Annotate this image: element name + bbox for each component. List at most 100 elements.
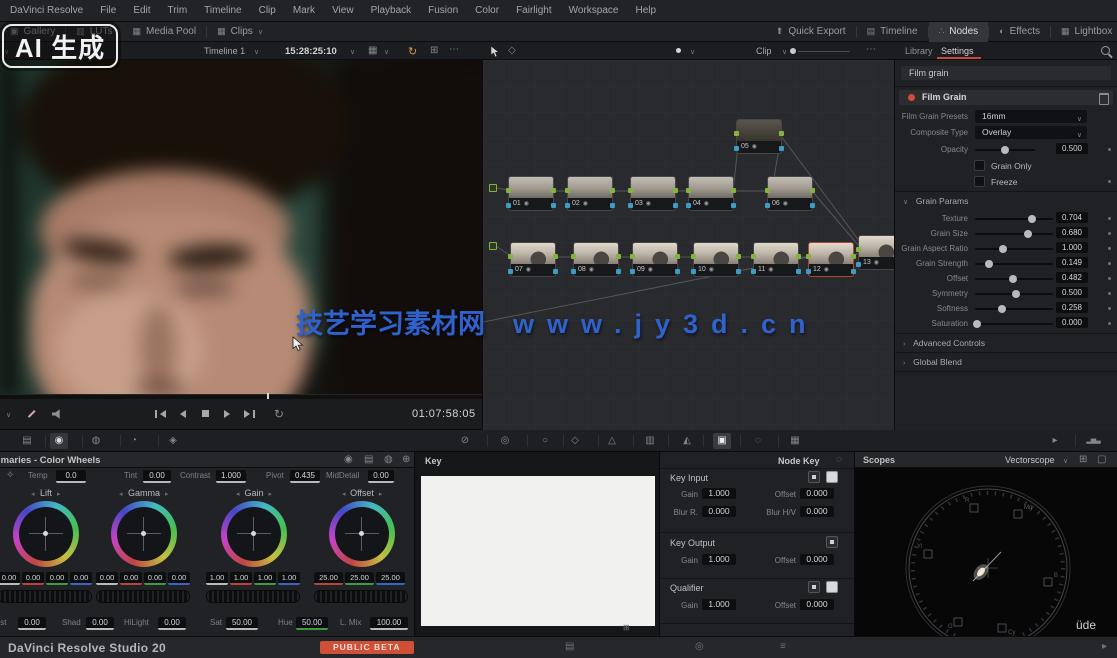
node-zoom-slider-knob[interactable]: [790, 48, 796, 54]
gamma-master-wheel[interactable]: [96, 590, 190, 603]
key-input-blur-r[interactable]: 0.000: [702, 506, 736, 517]
sizing-icon[interactable]: ▥: [641, 433, 659, 449]
tracker-icon[interactable]: ◎: [496, 433, 514, 449]
histogram-icon[interactable]: ▂▅▃: [1084, 433, 1102, 449]
arrow-left-icon[interactable]: ▸: [119, 490, 123, 498]
node-02[interactable]: 02◉: [568, 177, 612, 210]
effects-panel-button[interactable]: ◐ Effects: [989, 22, 1050, 42]
saturation-slider[interactable]: [975, 323, 1053, 325]
menu-item-clip[interactable]: Clip: [259, 5, 276, 16]
pivot-value[interactable]: 0.435: [290, 470, 320, 483]
film-grain-section-header[interactable]: Film Grain: [899, 90, 1113, 105]
offset-wheel[interactable]: [329, 501, 395, 567]
offset-r-value[interactable]: 25.00: [314, 572, 343, 585]
composite-dropdown[interactable]: Overlay∨: [975, 126, 1087, 139]
temp-value[interactable]: 0.0: [56, 470, 86, 483]
node-mode-selector[interactable]: Clip: [756, 46, 772, 56]
gamma-y-value[interactable]: 0.00: [96, 572, 118, 585]
gain-b-value[interactable]: 1.00: [278, 572, 300, 585]
chevron-down-icon[interactable]: ∨: [690, 48, 695, 56]
lift-b-value[interactable]: 0.00: [70, 572, 92, 585]
param-value[interactable]: 0.680: [1056, 227, 1088, 238]
shad-value[interactable]: 0.00: [86, 617, 114, 630]
scope-mode-selector[interactable]: Vectorscope: [1005, 455, 1055, 465]
offset-slider[interactable]: [975, 278, 1053, 280]
curves-icon[interactable]: ◔: [125, 433, 143, 449]
texture-slider[interactable]: [975, 218, 1053, 220]
video-viewer[interactable]: [0, 60, 482, 396]
node-01[interactable]: 01◉: [509, 177, 553, 210]
param-value[interactable]: 0.500: [1056, 287, 1088, 298]
menu-item-playback[interactable]: Playback: [371, 5, 412, 16]
node-05[interactable]: 05◉: [737, 120, 781, 153]
chevron-down-icon[interactable]: ∨: [350, 48, 355, 56]
lightbox-button[interactable]: ▦ Lightbox: [1051, 22, 1117, 42]
arrow-right-icon[interactable]: ▸: [165, 491, 169, 498]
settings-search-input[interactable]: Film grain: [901, 66, 1111, 80]
wheels-mode-icon[interactable]: ◉: [344, 455, 353, 465]
node-06[interactable]: 06◉: [768, 177, 812, 210]
source-pin[interactable]: [489, 242, 497, 250]
pan-tool-icon[interactable]: ◇: [508, 46, 516, 56]
menu-item-workspace[interactable]: Workspace: [569, 5, 619, 16]
gain-wheel[interactable]: [221, 501, 287, 567]
keyboard-icon[interactable]: ▤: [565, 642, 574, 652]
sat-value[interactable]: 50.00: [226, 617, 258, 630]
timeline-panel-button[interactable]: ▤ Timeline: [857, 22, 928, 42]
nodes-panel-button[interactable]: ∴ Nodes: [929, 22, 989, 42]
hilight-value[interactable]: 0.00: [158, 617, 186, 630]
grain-strength-slider[interactable]: [975, 263, 1053, 265]
key-icon[interactable]: △: [603, 433, 621, 449]
refresh-icon[interactable]: ↻: [408, 45, 417, 58]
magic-mask-icon[interactable]: ○: [536, 433, 554, 449]
corner-arrow-icon[interactable]: ▸: [1102, 642, 1107, 652]
param-value[interactable]: 0.149: [1056, 257, 1088, 268]
power-windows-icon[interactable]: ⊘: [456, 433, 474, 449]
gain-y-value[interactable]: 1.00: [206, 572, 228, 585]
arrow-right-icon[interactable]: ▸: [379, 491, 383, 498]
softness-slider[interactable]: [975, 308, 1053, 310]
param-value[interactable]: 0.000: [1056, 317, 1088, 328]
node-13[interactable]: 13◉: [859, 236, 895, 269]
render-queue-icon[interactable]: ≡: [780, 642, 786, 652]
grain-only-checkbox[interactable]: [974, 160, 985, 171]
trash-icon[interactable]: [1099, 93, 1109, 105]
boost-value[interactable]: 0.00: [18, 617, 46, 630]
param-value[interactable]: 0.258: [1056, 302, 1088, 313]
quick-export-button[interactable]: ⬆ Quick Export: [766, 22, 856, 42]
opacity-slider[interactable]: [975, 149, 1035, 151]
key-output-toggle[interactable]: [826, 536, 838, 548]
menu-item-file[interactable]: File: [100, 5, 116, 16]
menu-item-fairlight[interactable]: Fairlight: [516, 5, 552, 16]
global-blend-header[interactable]: › Global Blend: [903, 357, 962, 368]
gamma-wheel[interactable]: [111, 501, 177, 567]
arrow-left-icon[interactable]: ▸: [31, 490, 35, 498]
menu-item-mark[interactable]: Mark: [293, 5, 315, 16]
offset-g-value[interactable]: 25.00: [345, 572, 374, 585]
key-output-offset[interactable]: 0.000: [800, 554, 834, 565]
stills-icon[interactable]: ▤: [18, 433, 36, 449]
arrow-left-icon[interactable]: ▸: [236, 490, 240, 498]
tint-value[interactable]: 0.00: [143, 470, 171, 483]
gain-g-value[interactable]: 1.00: [254, 572, 276, 585]
play-button[interactable]: [224, 410, 230, 418]
param-value[interactable]: 1.000: [1056, 242, 1088, 253]
node-key-icon[interactable]: ▣: [713, 433, 731, 449]
chevron-down-icon[interactable]: ∨: [384, 48, 389, 56]
camera-icon[interactable]: ▦: [368, 46, 377, 56]
lift-wheel[interactable]: [13, 501, 79, 567]
contrast-value[interactable]: 1.000: [216, 470, 246, 483]
qualifier-toggle-b[interactable]: [826, 581, 838, 593]
node-09[interactable]: 09◉: [633, 243, 677, 276]
menu-item-timeline[interactable]: Timeline: [204, 5, 241, 16]
stop-button[interactable]: [202, 410, 209, 417]
gamma-b-value[interactable]: 0.00: [168, 572, 190, 585]
search-icon[interactable]: [1101, 46, 1110, 55]
gamma-r-value[interactable]: 0.00: [120, 572, 142, 585]
grain-aspect-slider[interactable]: [975, 248, 1053, 250]
color-wheels-icon[interactable]: ◉: [50, 433, 68, 449]
arrow-right-icon[interactable]: ▸: [269, 491, 273, 498]
media-pool-button[interactable]: ▦ Media Pool: [123, 22, 207, 42]
cloud-sync-icon[interactable]: ◎: [695, 642, 704, 652]
opacity-value[interactable]: 0.500: [1056, 143, 1088, 154]
